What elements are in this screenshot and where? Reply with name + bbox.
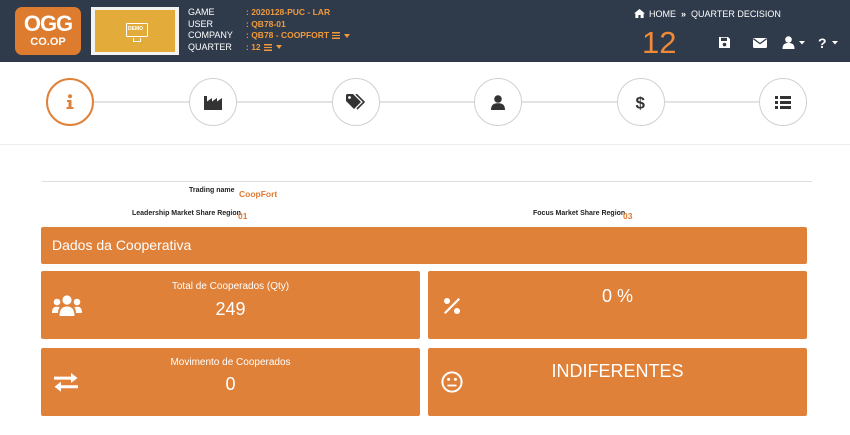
breadcrumb-separator: »	[681, 9, 687, 19]
step-info[interactable]	[46, 78, 94, 126]
save-icon[interactable]	[718, 36, 731, 49]
dollar-icon: $	[636, 94, 646, 112]
step-summary[interactable]	[759, 78, 807, 126]
card-title: Total de Cooperados (Qty)	[171, 281, 290, 292]
card-title: Movimento de Cooperados	[170, 357, 291, 368]
top-navbar: OGG CO.OP DEMO GAME USER COMPANY QUARTER…	[0, 0, 850, 62]
section-header: Dados da Cooperativa	[41, 227, 807, 264]
demo-label: DEMO	[128, 26, 143, 32]
factory-icon	[203, 95, 222, 110]
label-game: GAME	[188, 7, 215, 17]
user-icon	[491, 94, 505, 110]
breadcrumb-home-link[interactable]: HOME	[649, 9, 676, 19]
breadcrumb: HOME » QUARTER DECISION	[634, 9, 781, 19]
step-marketing[interactable]	[332, 78, 380, 126]
list-icon	[263, 43, 272, 51]
focus-region-value: 03	[623, 211, 633, 221]
stepper-track	[70, 101, 782, 103]
step-finance[interactable]: $	[617, 78, 665, 126]
info-icon	[66, 94, 74, 109]
breadcrumb-current: QUARTER DECISION	[691, 9, 781, 19]
card-movimento-cooperados: Movimento de Cooperados 0	[41, 348, 420, 416]
help-icon[interactable]: ?	[818, 36, 844, 49]
logo-text-top: OGG	[23, 11, 73, 36]
card-value: INDIFERENTES	[551, 361, 684, 381]
step-human-resources[interactable]	[474, 78, 522, 126]
list-icon	[332, 32, 341, 40]
demo-banner: DEMO	[91, 7, 179, 55]
card-total-cooperados: Total de Cooperados (Qty) 249	[41, 271, 420, 339]
current-quarter-number: 12	[642, 25, 677, 60]
game-value: : 2020128-PUC - LAR	[246, 7, 331, 17]
company-value: : QB78 - COOPFORT	[246, 30, 330, 40]
list-icon	[775, 95, 791, 109]
chevron-down-icon	[344, 33, 351, 38]
label-company: COMPANY	[188, 30, 233, 40]
divider	[0, 144, 850, 145]
focus-region-label: Focus Market Share Region	[533, 210, 626, 217]
leadership-region-label: Leadership Market Share Region	[132, 210, 241, 217]
user-value: : QB78-01	[246, 18, 286, 29]
company-selector[interactable]: : QB78 - COOPFORT	[246, 30, 351, 42]
monitor-icon: DEMO	[126, 23, 148, 37]
ogg-coop-logo[interactable]: OGG CO.OP	[15, 7, 81, 55]
mail-icon[interactable]	[753, 38, 767, 48]
home-icon	[634, 9, 645, 18]
leadership-region-value: 01	[238, 211, 248, 221]
svg-text:?: ?	[818, 36, 827, 49]
quarter-selector[interactable]: : 12	[246, 42, 350, 54]
chevron-down-icon	[275, 45, 282, 50]
user-menu-icon[interactable]	[782, 36, 810, 49]
svg-text:$: $	[636, 94, 646, 112]
card-value: 249	[215, 299, 246, 319]
card-percent: 0 %	[428, 271, 807, 339]
card-value: 0	[225, 374, 236, 394]
card-sentimento: INDIFERENTES	[428, 348, 807, 416]
step-production[interactable]	[189, 78, 237, 126]
trading-name-label: Trading name	[189, 187, 235, 194]
label-user: USER	[188, 18, 214, 29]
tags-icon	[346, 94, 366, 110]
divider	[42, 181, 812, 182]
game-info-labels: GAME USER COMPANY QUARTER	[188, 7, 233, 53]
trading-name-value: CoopFort	[239, 189, 278, 199]
quarter-value: : 12	[246, 41, 261, 52]
game-info-values: : 2020128-PUC - LAR : QB78-01 : QB78 - C…	[246, 7, 351, 54]
card-value: 0 %	[601, 286, 634, 306]
logo-text-bottom: CO.OP	[30, 36, 66, 48]
label-quarter: QUARTER	[188, 41, 232, 52]
